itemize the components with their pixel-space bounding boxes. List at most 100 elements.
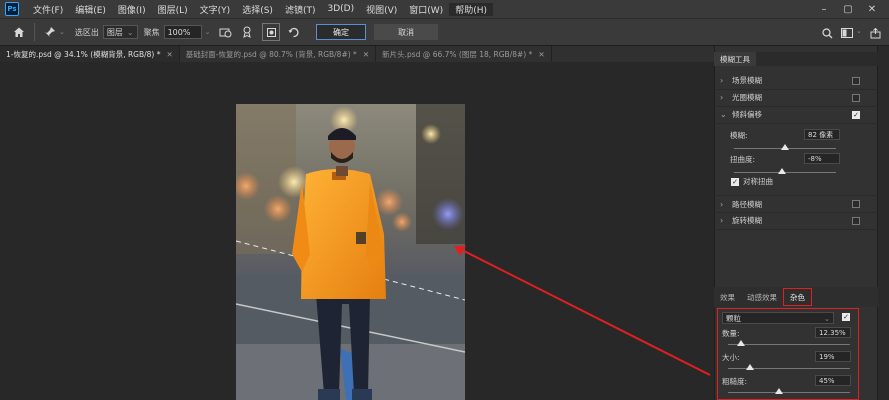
distortion-input[interactable]: -8% — [804, 153, 840, 164]
menu-edit[interactable]: 编辑(E) — [69, 3, 112, 16]
home-icon[interactable] — [10, 23, 28, 41]
blur-item-label: 光圈模糊 — [732, 93, 762, 102]
chevron-down-icon[interactable]: ⌄ — [205, 28, 211, 36]
close-icon[interactable]: ✕ — [864, 0, 880, 18]
photo-canvas[interactable] — [236, 104, 465, 400]
undo-icon[interactable] — [284, 23, 302, 41]
blur-item-label: 路径模糊 — [732, 199, 762, 209]
ok-button[interactable]: 确定 — [316, 24, 366, 40]
distortion-slider-thumb[interactable] — [778, 168, 786, 174]
selection-value: 图层 — [106, 27, 123, 37]
save-mask-icon[interactable] — [216, 23, 234, 41]
tab-document-3[interactable]: 新片头.psd @ 66.7% (图层 18, RGB/8#) * ✕ — [376, 46, 552, 62]
noise-roughness-label: 粗糙度: — [722, 377, 748, 386]
noise-size-label: 大小: — [722, 353, 740, 362]
right-panel-strip — [877, 46, 889, 400]
blur-item-label: 场景模糊 — [732, 76, 762, 85]
menu-bar: Ps 文件(F) 编辑(E) 图像(I) 图层(L) 文字(Y) 选择(S) 滤… — [0, 0, 889, 18]
chevron-down-icon: ⌄ — [126, 27, 134, 37]
chevron-right-icon[interactable]: › — [720, 200, 732, 209]
noise-enabled-checkbox[interactable]: ✓ — [842, 313, 850, 321]
symmetric-distortion-option[interactable]: ✓ 对称扭曲 — [731, 176, 773, 187]
photo-image — [236, 104, 465, 400]
tab-motion-effects[interactable]: 动感效果 — [741, 287, 783, 307]
noise-roughness-slider-thumb[interactable] — [775, 388, 783, 394]
effects-tabs: 效果 动感效果 杂色 — [714, 287, 878, 307]
options-bar: ⌄ 选区出 图层 ⌄ 聚焦 100% ⌄ 确定 取消 ⌄ — [0, 18, 889, 46]
chevron-down-icon[interactable]: ⌄ — [856, 27, 862, 35]
field-blur-checkbox[interactable] — [852, 76, 860, 85]
menu-window[interactable]: 窗口(W) — [403, 3, 449, 16]
noise-amount-input[interactable]: 12.35% — [815, 327, 851, 338]
menu-file[interactable]: 文件(F) — [27, 3, 69, 16]
menu-view[interactable]: 视图(V) — [360, 3, 403, 16]
photoshop-logo[interactable]: Ps — [5, 2, 19, 16]
menu-3d[interactable]: 3D(D) — [321, 4, 360, 14]
tab-effects[interactable]: 效果 — [714, 287, 741, 307]
remove-pins-icon[interactable] — [262, 23, 281, 41]
menu-filter[interactable]: 滤镜(T) — [279, 3, 322, 16]
blur-amount-label: 模糊: — [730, 131, 748, 140]
share-icon[interactable] — [866, 24, 884, 42]
menu-type[interactable]: 文字(Y) — [194, 3, 237, 16]
menu-help[interactable]: 帮助(H) — [449, 2, 493, 16]
noise-amount-slider-thumb[interactable] — [737, 340, 745, 346]
focus-label: 聚焦 — [143, 27, 160, 37]
search-icon[interactable] — [818, 24, 836, 42]
tab-label: 新片头.psd @ 66.7% (图层 18, RGB/8#) * — [382, 49, 533, 59]
symmetric-distortion-checkbox[interactable]: ✓ — [731, 177, 739, 186]
maximize-icon[interactable]: ▢ — [840, 0, 856, 18]
blur-item-spin[interactable]: › 旋转模糊 — [714, 212, 878, 230]
noise-amount-label: 数量: — [722, 329, 740, 338]
selection-label: 选区出 — [74, 27, 99, 37]
symmetric-distortion-label: 对称扭曲 — [743, 177, 773, 186]
distortion-label: 扭曲度: — [730, 155, 756, 164]
minimize-icon[interactable]: – — [816, 0, 832, 18]
noise-roughness-slider-track[interactable] — [728, 392, 850, 393]
noise-type-dropdown[interactable]: 颗粒 ⌄ — [722, 312, 834, 324]
tab-document-2[interactable]: 基础封面-恢复的.psd @ 80.7% (背景, RGB/8#) * ✕ — [180, 46, 377, 62]
spin-blur-checkbox[interactable] — [852, 216, 860, 225]
tab-label: 基础封面-恢复的.psd @ 80.7% (背景, RGB/8#) * — [185, 49, 357, 59]
tool-dropdown-icon[interactable]: ⌄ — [59, 28, 65, 36]
blur-amount-slider-thumb[interactable] — [781, 144, 789, 150]
blur-tools-header: 模糊工具 — [714, 52, 878, 66]
blur-item-label: 倾斜偏移 — [732, 110, 762, 119]
blur-tools-tab[interactable]: 模糊工具 — [714, 52, 756, 66]
iris-blur-checkbox[interactable] — [852, 93, 860, 102]
noise-size-input[interactable]: 19% — [815, 351, 851, 362]
tilt-shift-checkbox[interactable]: ✓ — [852, 110, 860, 119]
tab-document-1[interactable]: 1-恢复的.psd @ 34.1% (模糊背景, RGB/8) * ✕ — [0, 46, 180, 62]
menu-image[interactable]: 图像(I) — [112, 3, 152, 16]
chevron-right-icon[interactable]: › — [720, 216, 732, 225]
document-tabs: 1-恢复的.psd @ 34.1% (模糊背景, RGB/8) * ✕ 基础封面… — [0, 46, 714, 62]
chevron-right-icon[interactable]: › — [720, 76, 732, 85]
divider — [34, 23, 35, 41]
selection-dropdown[interactable]: 图层 ⌄ — [102, 25, 138, 39]
close-tab-icon[interactable]: ✕ — [538, 50, 544, 59]
chevron-right-icon[interactable]: › — [720, 93, 732, 102]
blur-item-field[interactable]: › 场景模糊 — [714, 72, 878, 90]
blur-item-label: 旋转模糊 — [732, 216, 762, 225]
blur-amount-input[interactable]: 82 像素 — [804, 129, 840, 140]
workspace-icon[interactable] — [838, 24, 856, 42]
tab-label: 1-恢复的.psd @ 34.1% (模糊背景, RGB/8) * — [6, 49, 161, 59]
close-tab-icon[interactable]: ✕ — [167, 50, 173, 59]
noise-size-slider-thumb[interactable] — [746, 364, 754, 370]
focus-input[interactable]: 100% — [163, 25, 202, 39]
blur-item-tilt-shift[interactable]: ⌄ 倾斜偏移 ✓ — [714, 106, 878, 124]
cancel-button[interactable]: 取消 — [374, 24, 438, 40]
noise-amount-slider-track[interactable] — [728, 344, 850, 345]
blur-item-iris[interactable]: › 光圈模糊 — [714, 89, 878, 107]
menu-select[interactable]: 选择(S) — [236, 3, 279, 16]
noise-type-value: 颗粒 — [726, 313, 741, 323]
tab-noise[interactable]: 杂色 — [783, 288, 812, 306]
close-tab-icon[interactable]: ✕ — [363, 50, 369, 59]
path-blur-checkbox[interactable] — [852, 200, 860, 208]
chevron-down-icon[interactable]: ⌄ — [720, 110, 732, 119]
menu-layer[interactable]: 图层(L) — [152, 3, 194, 16]
pin-tool-icon[interactable] — [41, 23, 59, 41]
noise-roughness-input[interactable]: 45% — [815, 375, 851, 386]
high-quality-icon[interactable] — [238, 23, 256, 41]
blur-item-path[interactable]: › 路径模糊 — [714, 195, 878, 213]
